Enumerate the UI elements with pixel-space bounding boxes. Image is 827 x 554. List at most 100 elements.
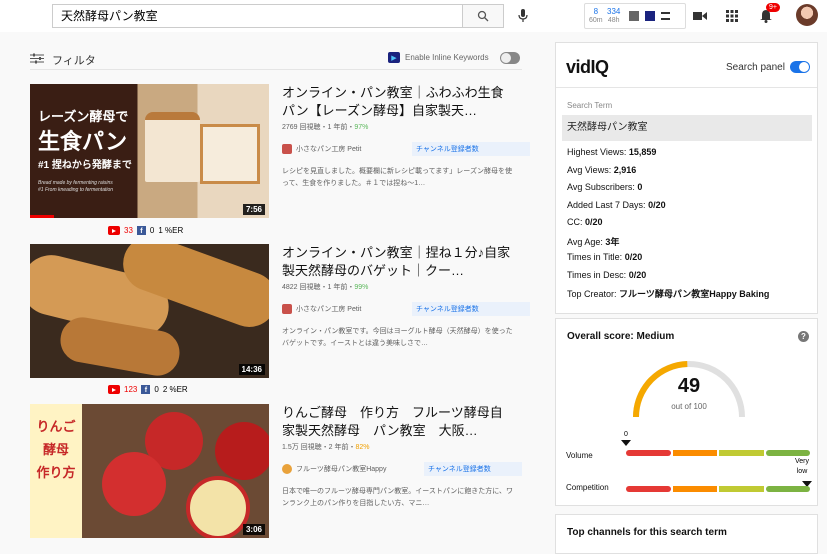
vidiq-logo-a: vid [566,57,591,77]
chart-icon[interactable] [629,11,639,21]
facebook-count: 0 [154,385,159,394]
views-60m: 8 60m [589,7,603,25]
video-title[interactable]: オンライン・パン教室｜捏ね１分♪自家製天然酵母のバゲット｜クー… [282,244,512,280]
channel-name[interactable]: 小さなパン工房 Petit [296,304,408,314]
video-views: 2769 回視聴・1 年前・ [282,124,355,131]
bread-loaf-image [145,112,200,182]
notification-badge: 9+ [766,3,780,12]
vidiq-keyword-panel: vidIQ Search panel Search Term 天然酵母パン教室 … [555,42,818,314]
stat-value: 2,916 [613,164,637,175]
top-channels-panel: Top channels for this search term [555,514,818,554]
video-result-2[interactable]: 14:36 オンライン・パン教室｜捏ね１分♪自家製天然酵母のバゲット｜クー… 4… [30,244,530,404]
video-description: 日本で唯一のフルーツ酵母専門パン教室。イーストパンに飽きた方に、ワンランク上のパ… [282,488,513,507]
vidiq-realtime-stats[interactable]: 8 60m 334 48h [584,3,686,29]
vidiq-icon[interactable] [645,11,655,21]
watch-progress-bar [30,215,54,218]
search-results: フィルタ ▶ Enable Inline Keywords レーズン酵母で 生食… [0,32,545,548]
inline-keywords-toggle[interactable] [500,52,520,64]
apple-image-3 [102,452,166,516]
video-thumbnail-2[interactable]: 14:36 [30,244,269,378]
keyword-stat-row: CC: 0/20 [567,217,603,227]
thumb-text-4: Bread made by fermenting raisins [38,180,113,186]
bar-zero-label: 0 [624,431,628,438]
inline-keywords-label: Enable Inline Keywords [405,53,489,62]
subscriber-tag: チャンネル登録者数 [412,142,530,156]
score-value: 49 [677,375,701,397]
vidiq-logo: vidIQ [566,57,609,78]
filter-icon[interactable] [30,53,44,64]
keyword-stat-row: Highest Views: 15,859 [567,147,656,157]
filter-bar: フィルタ ▶ Enable Inline Keywords [30,50,522,70]
search-term-value: 天然酵母パン教室 [562,115,812,141]
vidiq-logo-b: IQ [590,57,610,77]
stat-value: 3年 [605,236,620,247]
keyword-stat-row: Avg Subscribers: 0 [567,182,642,192]
stat-value: 15,859 [628,147,657,157]
bread-slice-image [200,124,260,184]
apps-button[interactable] [722,6,742,26]
video-thumbnail-3[interactable]: りんご 酵母 作り方 3:06 [30,404,269,538]
avatar[interactable] [796,4,818,26]
video-score: 97% [354,124,369,131]
facebook-count: 0 [149,226,155,235]
thumb-text-1: りんご [36,419,76,434]
keyword-stat-row: Times in Desc: 0/20 [567,270,646,280]
search-term-label: Search Term [567,101,613,110]
stat-value: 0/20 [628,269,647,280]
video-duration: 7:56 [242,204,265,215]
thumb-text-2: 生食パン [38,129,128,154]
help-icon[interactable]: ? [798,331,809,342]
search-input[interactable]: 天然酵母パン教室 [52,4,462,28]
keyword-stat-row: Added Last 7 Days: 0/20 [567,200,666,210]
keyword-stat-row: Times in Title: 0/20 [567,252,642,262]
search-panel-label: Search panel [726,62,785,73]
score-subtitle: out of 100 [671,402,707,411]
stat-key: Added Last 7 Days: [567,199,649,210]
menu-icon[interactable] [661,12,670,20]
channel-row: 小さなパン工房 Petit チャンネル登録者数 [282,142,530,156]
video-result-3[interactable]: りんご 酵母 作り方 3:06 りんご酵母 作り方 フルーツ酵母自家製天然酵母 … [30,404,530,544]
channel-avatar[interactable] [282,304,292,314]
youtube-count: 33 [124,226,133,235]
search-panel-toggle[interactable] [790,61,810,73]
divider [556,87,817,88]
thumb-text-2: 酵母 [42,442,69,457]
apple-half-image [186,476,250,538]
video-score: 99% [354,284,369,291]
views-48h-label: 48h [607,17,620,24]
video-result-1[interactable]: レーズン酵母で 生食パン #1 捏ねから発酵まで Bread made by f… [30,84,530,259]
baguette-image-3 [57,313,183,378]
stat-value: フルーツ酵母パン教室Happy Baking [619,289,770,299]
filter-label[interactable]: フィルタ [52,52,96,68]
channel-name[interactable]: フルーツ酵母パン教室Happy [296,464,420,474]
channel-avatar[interactable] [282,464,292,474]
apps-grid-icon [726,10,738,22]
channel-name[interactable]: 小さなパン工房 Petit [296,144,408,154]
video-thumbnail-1[interactable]: レーズン酵母で 生食パン #1 捏ねから発酵まで Bread made by f… [30,84,269,218]
video-title[interactable]: オンライン・パン教室｜ふわふわ生食パン【レーズン酵母】自家製天… [282,84,512,120]
very-low-label: Very low [795,457,809,477]
stat-key: Avg Views: [567,164,614,175]
overall-score-title: Overall score: Medium [567,331,675,342]
channel-avatar[interactable] [282,144,292,154]
volume-label: Volume [566,451,593,460]
competition-label: Competition [566,483,609,492]
video-meta: 2769 回視聴・1 年前・97% [282,122,368,132]
create-video-button[interactable] [690,6,710,26]
overall-score-panel: Overall score: Medium ? 49 out of 100 0 … [555,318,818,506]
video-meta: 1.5万 回視聴・2 年前・82% [282,442,370,452]
search-button[interactable] [462,4,504,28]
facebook-icon: f [141,385,151,394]
stat-value: 0/20 [624,252,643,262]
views-48h: 334 48h [607,7,620,25]
microphone-button[interactable] [514,6,532,26]
stat-key: Times in Desc: [567,269,629,280]
stat-value: 0/20 [585,217,603,227]
video-views: 1.5万 回視聴・2 年前・ [282,444,356,451]
engagement-rate: 1 %ER [158,226,184,235]
stat-key: Highest Views: [567,147,629,157]
video-title[interactable]: りんご酵母 作り方 フルーツ酵母自家製天然酵母 パン教室 大阪… [282,404,512,440]
video-views: 4822 回視聴・1 年前・ [282,284,355,291]
thumb-text-5: #1 From kneading to fermentation [38,187,114,193]
video-score: 82% [355,444,370,451]
